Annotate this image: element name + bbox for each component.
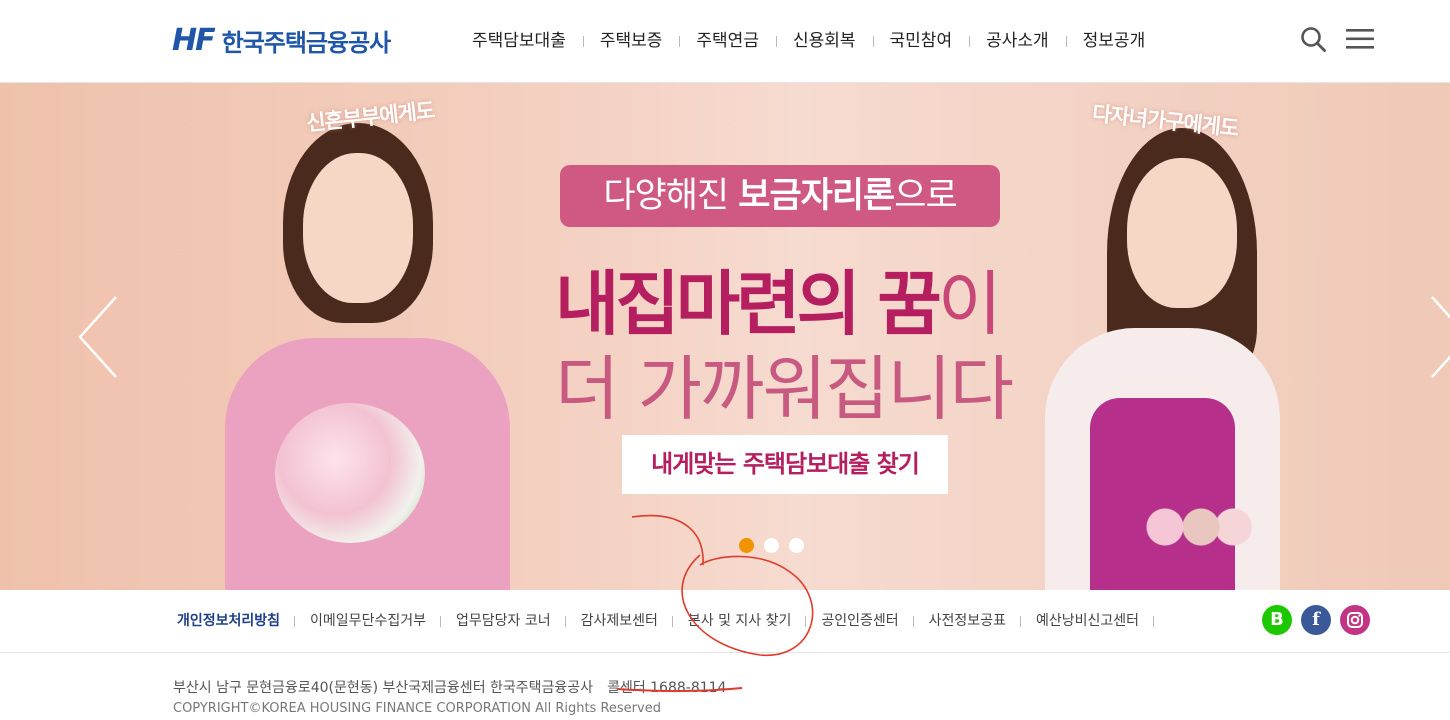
nav-item-pension[interactable]: 주택연금 <box>679 28 776 54</box>
main-banner: 신혼부부에게도 다자녀가구에게도 다양해진 보금자리론으로 내집마련의 꿈이 더… <box>0 83 1450 590</box>
prev-slide-arrow-icon[interactable] <box>78 295 118 379</box>
next-slide-arrow-icon[interactable] <box>1430 295 1450 379</box>
search-icon[interactable] <box>1300 26 1326 52</box>
banner-subline: 더 가까워집니다 <box>555 348 1014 430</box>
logo-mark: HF <box>172 22 216 58</box>
footer-links-bar: 개인정보처리방침 이메일무단수집거부 업무담당자 코너 감사제보센터 본사 및 … <box>0 590 1450 653</box>
site-logo[interactable]: HF 한국주택금융공사 <box>172 20 392 60</box>
nav-item-guarantee[interactable]: 주택보증 <box>582 28 680 54</box>
find-mortgage-button[interactable]: 내게맞는 주택담보대출 찾기 <box>622 435 948 494</box>
call-center: 콜센터 1688-8114 <box>607 680 727 696</box>
hamburger-menu-icon[interactable] <box>1346 28 1374 50</box>
footer-link-privacy[interactable]: 개인정보처리방침 <box>162 610 296 632</box>
footer-link-list: 개인정보처리방침 이메일무단수집거부 업무담당자 코너 감사제보센터 본사 및 … <box>162 610 1155 632</box>
nav-item-participation[interactable]: 국민참여 <box>872 28 970 54</box>
slide-dot-1[interactable] <box>739 538 754 553</box>
slide-dot-3[interactable] <box>789 538 804 553</box>
footer-link-email-refusal[interactable]: 이메일무단수집거부 <box>295 610 441 632</box>
footer-link-certificate[interactable]: 공인인증센터 <box>806 610 914 632</box>
instagram-icon[interactable] <box>1340 605 1370 635</box>
nav-item-disclosure[interactable]: 정보공개 <box>1065 28 1163 54</box>
banner-person-right <box>1045 128 1280 590</box>
main-nav: 주택담보대출 주택보증 주택연금 신용회복 국민참여 공사소개 정보공개 <box>455 28 1162 54</box>
nav-item-mortgage[interactable]: 주택담보대출 <box>455 28 583 54</box>
pill-suffix: 으로 <box>894 176 957 216</box>
banner-pill-label: 다양해진 보금자리론으로 <box>560 165 1000 227</box>
footer-link-staff-corner[interactable]: 업무담당자 코너 <box>441 610 566 632</box>
site-header: HF 한국주택금융공사 주택담보대출 주택보증 주택연금 신용회복 국민참여 공… <box>0 0 1450 83</box>
footer-link-pre-disclosure[interactable]: 사전정보공표 <box>914 610 1022 632</box>
footer-address: 부산시 남구 문현금융로40(문현동) 부산국제금융센터 한국주택금융공사 콜센터… <box>173 677 726 697</box>
facebook-icon[interactable]: f <box>1301 605 1331 635</box>
pill-strong: 보금자리론 <box>738 176 895 216</box>
bouquet <box>275 403 425 543</box>
baby-dolls <box>1135 503 1255 563</box>
footer-link-branch-finder[interactable]: 본사 및 지사 찾기 <box>673 610 807 632</box>
banner-person-left <box>225 123 515 590</box>
nav-item-credit-recovery[interactable]: 신용회복 <box>775 28 873 54</box>
address-text: 부산시 남구 문현금융로40(문현동) 부산국제금융센터 한국주택금융공사 <box>173 680 594 696</box>
nav-item-about[interactable]: 공사소개 <box>969 28 1066 54</box>
pill-prefix: 다양해진 <box>603 176 739 216</box>
blog-icon[interactable]: B <box>1262 605 1292 635</box>
footer-link-budget-waste[interactable]: 예산낭비신고센터 <box>1021 610 1155 632</box>
logo-text: 한국주택금융공사 <box>221 28 392 57</box>
slide-dot-2[interactable] <box>764 538 779 553</box>
instagram-glyph <box>1347 612 1363 628</box>
slide-indicator <box>739 538 804 553</box>
footer-link-audit-report[interactable]: 감사제보센터 <box>566 610 674 632</box>
copyright: COPYRIGHT©KOREA HOUSING FINANCE CORPORAT… <box>173 701 661 716</box>
